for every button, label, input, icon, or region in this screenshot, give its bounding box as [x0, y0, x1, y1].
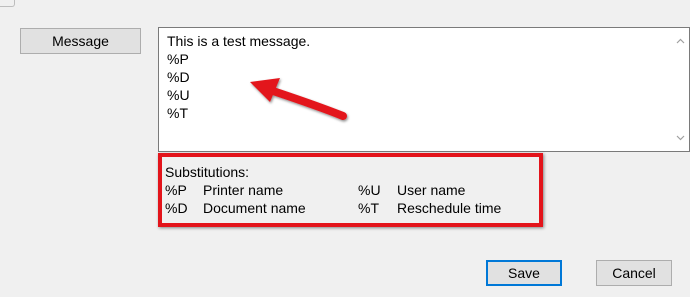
- substitution-description: Document name: [203, 200, 306, 216]
- substitutions-panel: Substitutions: %P Printer name %U User n…: [158, 153, 543, 227]
- substitution-row: %P Printer name %U User name: [165, 181, 539, 199]
- substitutions-title: Substitutions:: [165, 164, 250, 180]
- substitution-row: %D Document name %T Reschedule time: [165, 199, 539, 217]
- chevron-up-icon[interactable]: [675, 36, 686, 47]
- message-line: %P: [167, 51, 189, 67]
- substitution-code: %P: [165, 182, 187, 198]
- chevron-down-icon[interactable]: [675, 132, 686, 143]
- substitution-description: User name: [397, 182, 466, 198]
- substitution-code: %T: [358, 200, 379, 216]
- message-textarea[interactable]: This is a test message. %P %D %U %T: [158, 27, 690, 152]
- substitution-description: Reschedule time: [397, 200, 502, 216]
- substitution-description: Printer name: [203, 182, 284, 198]
- message-line: This is a test message.: [167, 33, 311, 49]
- substitution-code: %U: [358, 182, 381, 198]
- window-corner-edge: [0, 0, 15, 7]
- vertical-scrollbar[interactable]: [672, 28, 689, 151]
- red-arrow-icon: [250, 78, 347, 120]
- substitution-code: %D: [165, 200, 188, 216]
- cancel-button[interactable]: Cancel: [596, 260, 672, 286]
- save-button[interactable]: Save: [486, 260, 562, 286]
- message-button[interactable]: Message: [20, 28, 141, 54]
